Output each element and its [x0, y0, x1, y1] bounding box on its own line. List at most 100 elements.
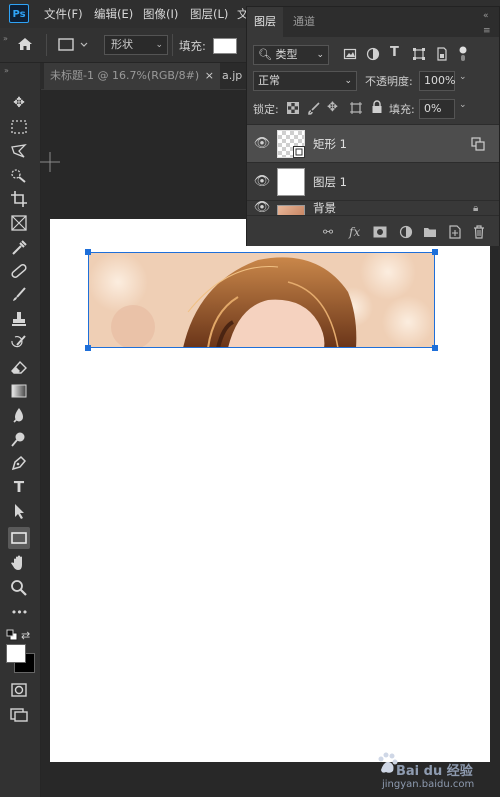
- fill-chevron-icon[interactable]: ⌄: [459, 100, 467, 110]
- lock-artboard-icon[interactable]: [349, 101, 363, 115]
- healing-brush-tool-icon[interactable]: [8, 261, 30, 281]
- layer-row-layer1[interactable]: 👁︎ 图层 1: [247, 162, 499, 201]
- transform-handle-top-left[interactable]: [85, 249, 91, 255]
- panel-collapse-icon[interactable]: «: [483, 11, 489, 21]
- move-tool-icon[interactable]: ✥: [8, 93, 30, 113]
- layer-row-shape[interactable]: 👁︎ 矩形 1: [247, 124, 499, 163]
- menu-image[interactable]: 图像(I): [143, 6, 178, 22]
- layer-thumbnail: [277, 168, 305, 196]
- visibility-eye-icon[interactable]: 👁︎: [253, 201, 271, 216]
- marquee-tool-icon[interactable]: [8, 117, 30, 137]
- lasso-tool-icon[interactable]: [8, 141, 30, 161]
- chevron-down-icon: ⌄: [344, 76, 352, 86]
- lock-label: 锁定:: [253, 103, 279, 116]
- lock-icon: 🔒︎: [473, 203, 479, 214]
- transform-handle-bottom-right[interactable]: [432, 345, 438, 351]
- collapse-grip-icon: »: [3, 34, 8, 43]
- opacity-chevron-icon[interactable]: ⌄: [459, 72, 467, 82]
- filter-adjustment-icon[interactable]: [366, 47, 380, 61]
- layer-name[interactable]: 背景: [313, 201, 336, 216]
- transform-handle-bottom-left[interactable]: [85, 345, 91, 351]
- layer-name[interactable]: 矩形 1: [313, 125, 347, 163]
- chevron-down-icon: ⌄: [316, 50, 324, 60]
- blend-mode-value: 正常: [258, 74, 280, 87]
- layers-panel: 图层 通道 « ≡ 🔍︎ 类型 ⌄ T 正常 ⌄ 不透明度: 100% ⌄ 锁定…: [246, 6, 500, 246]
- dodge-tool-icon[interactable]: [8, 429, 30, 449]
- baidu-paw-icon: [376, 752, 398, 776]
- home-icon[interactable]: [16, 36, 34, 52]
- fill-input[interactable]: 0%: [419, 99, 455, 119]
- hand-tool-icon[interactable]: [8, 553, 30, 573]
- fill-color-swatch[interactable]: [213, 38, 237, 54]
- history-brush-tool-icon[interactable]: [8, 333, 30, 353]
- lock-position-icon[interactable]: ✥: [327, 100, 338, 115]
- screen-mode-icon[interactable]: [8, 704, 30, 724]
- visibility-eye-icon[interactable]: 👁︎: [253, 163, 271, 201]
- tab-layers[interactable]: 图层: [247, 7, 283, 37]
- clone-stamp-tool-icon[interactable]: [8, 309, 30, 329]
- adjustment-icon[interactable]: [399, 225, 413, 239]
- layer-row-background[interactable]: 👁︎ 背景 🔒︎: [247, 200, 499, 216]
- rectangle-tool-icon[interactable]: [8, 527, 30, 549]
- filter-shape-icon[interactable]: [412, 47, 426, 61]
- path-selection-tool-icon[interactable]: [8, 501, 30, 521]
- transform-handle-top-right[interactable]: [432, 249, 438, 255]
- zoom-tool-icon[interactable]: [8, 578, 30, 598]
- link-icon[interactable]: ⚯: [323, 225, 333, 239]
- menu-file[interactable]: 文件(F): [44, 6, 83, 22]
- tab-label: 未标题-1 @ 16.7%(RGB/8#): [50, 69, 200, 82]
- menu-edit[interactable]: 编辑(E): [94, 6, 133, 22]
- panel-menu-icon[interactable]: ≡: [483, 26, 491, 36]
- tool-mode-select[interactable]: 形状 ⌄: [104, 35, 168, 55]
- menu-layer[interactable]: 图层(L): [190, 6, 228, 22]
- tab-a-jpg[interactable]: a.jp: [222, 63, 246, 89]
- lock-all-icon[interactable]: [371, 100, 383, 114]
- lock-image-icon[interactable]: [307, 101, 321, 115]
- layer-filter-value: 类型: [275, 48, 298, 61]
- blur-tool-icon[interactable]: [8, 405, 30, 425]
- crop-tool-icon[interactable]: [8, 189, 30, 209]
- layer-name[interactable]: 图层 1: [313, 163, 347, 201]
- blend-mode-select[interactable]: 正常 ⌄: [253, 71, 357, 91]
- pen-tool-icon[interactable]: [8, 453, 30, 473]
- fill-label: 填充:: [389, 103, 415, 116]
- trash-icon[interactable]: [473, 225, 485, 239]
- watermark-text: Bai du 经验: [396, 764, 473, 779]
- tab-channels[interactable]: 通道: [293, 7, 315, 37]
- opacity-input[interactable]: 100%: [419, 71, 455, 91]
- toolbar-collapse-icon[interactable]: »: [4, 66, 9, 75]
- type-tool-icon[interactable]: T: [8, 477, 30, 497]
- folder-icon[interactable]: [423, 226, 437, 238]
- fill-label: 填充:: [179, 39, 206, 53]
- filter-smart-object-icon[interactable]: [435, 47, 449, 61]
- shape-tool-preset-icon[interactable]: [57, 36, 91, 54]
- swap-colors-icon[interactable]: ⇄: [21, 629, 30, 642]
- gradient-tool-icon[interactable]: [8, 381, 30, 401]
- default-colors-icon[interactable]: [6, 629, 18, 641]
- photoshop-logo[interactable]: Ps: [9, 4, 29, 23]
- fx-icon[interactable]: fx: [349, 225, 360, 239]
- filter-type-icon[interactable]: T: [390, 45, 399, 60]
- eyedropper-tool-icon[interactable]: [8, 237, 30, 257]
- brush-tool-icon[interactable]: [8, 285, 30, 305]
- filter-toggle-icon[interactable]: [457, 45, 469, 63]
- layer-filter-select[interactable]: 🔍︎ 类型 ⌄: [253, 45, 329, 65]
- more-tools-icon[interactable]: •••: [8, 603, 30, 623]
- foreground-color-swatch[interactable]: [6, 644, 26, 663]
- watermark-url: jingyan.baidu.com: [382, 779, 475, 790]
- panel-tab-bar: [247, 7, 499, 37]
- quick-mask-icon[interactable]: [8, 680, 30, 700]
- tab-untitled-1[interactable]: 未标题-1 @ 16.7%(RGB/8#) ×: [44, 63, 220, 89]
- new-layer-icon[interactable]: [449, 225, 461, 239]
- mask-icon[interactable]: [373, 226, 387, 238]
- quick-selection-tool-icon[interactable]: [8, 165, 30, 185]
- eraser-tool-icon[interactable]: [8, 357, 30, 377]
- frame-tool-icon[interactable]: [8, 213, 30, 233]
- tab-close-icon[interactable]: ×: [205, 63, 214, 89]
- layer-thumbnail: [277, 130, 305, 158]
- lock-transparent-icon[interactable]: [287, 102, 299, 114]
- tool-mode-value: 形状: [111, 38, 133, 51]
- shape-bounding-box: [88, 252, 435, 348]
- visibility-eye-icon[interactable]: 👁︎: [253, 125, 271, 163]
- filter-pixel-icon[interactable]: [343, 47, 357, 61]
